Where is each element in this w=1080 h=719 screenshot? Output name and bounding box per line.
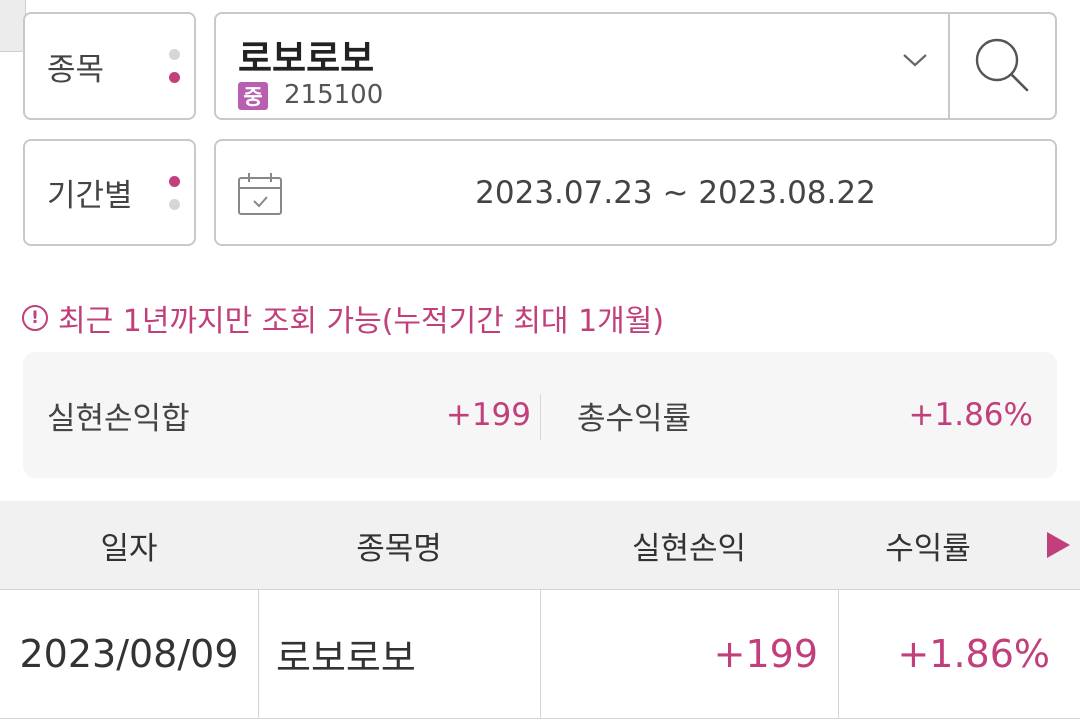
chevron-down-icon[interactable]	[902, 52, 928, 68]
toggle-dots-icon	[169, 14, 180, 118]
date-range-text: 2023.07.23 ~ 2023.08.22	[475, 174, 876, 211]
period-filter-label: 기간별	[47, 178, 133, 214]
column-divider	[838, 590, 839, 718]
column-divider	[258, 590, 259, 718]
date-range-field[interactable]: 2023.07.23 ~ 2023.08.22	[214, 139, 1057, 246]
notice-text: 최근 1년까지만 조회 가능(누적기간 최대 1개월)	[58, 304, 665, 339]
return-rate-label: 총수익률	[577, 400, 692, 437]
table-row[interactable]: 2023/08/09 로보로보 +199 +1.86%	[0, 590, 1080, 719]
toggle-dots-icon	[169, 141, 180, 244]
column-header-realized-pl: 실현손익	[631, 530, 747, 567]
stock-filter-button[interactable]: 종목	[23, 12, 196, 120]
realized-pl-value: +199	[445, 397, 531, 433]
notice-message: ! 최근 1년까지만 조회 가능(누적기간 최대 1개월)	[22, 296, 664, 340]
cell-realized-pl: +199	[713, 632, 818, 676]
stock-name: 로보로보	[238, 37, 375, 80]
column-header-return-rate: 수익률	[885, 530, 971, 567]
period-filter-button[interactable]: 기간별	[23, 139, 196, 246]
cell-date: 2023/08/09	[19, 632, 239, 676]
market-badge: 중	[238, 82, 268, 110]
cell-stock-name: 로보로보	[276, 635, 416, 680]
search-icon[interactable]	[970, 34, 1034, 98]
cell-return-rate: +1.86%	[897, 632, 1050, 676]
summary-panel: 실현손익합 +199 총수익률 +1.86%	[23, 352, 1057, 478]
stock-filter-label: 종목	[47, 51, 105, 88]
column-header-stock-name: 종목명	[356, 530, 442, 567]
realized-pl-label: 실현손익합	[47, 400, 190, 437]
search-divider	[948, 14, 950, 118]
scroll-right-arrow-icon[interactable]	[1047, 532, 1070, 558]
stock-select-box[interactable]: 로보로보 중 215100	[214, 12, 1057, 120]
return-rate-value: +1.86%	[908, 397, 1033, 433]
alert-circle-icon: !	[22, 305, 48, 331]
summary-divider	[540, 394, 541, 440]
table-header: 일자 종목명 실현손익 수익률	[0, 501, 1080, 590]
column-header-date: 일자	[100, 530, 158, 567]
column-divider	[540, 590, 541, 718]
stock-code: 215100	[284, 80, 384, 110]
